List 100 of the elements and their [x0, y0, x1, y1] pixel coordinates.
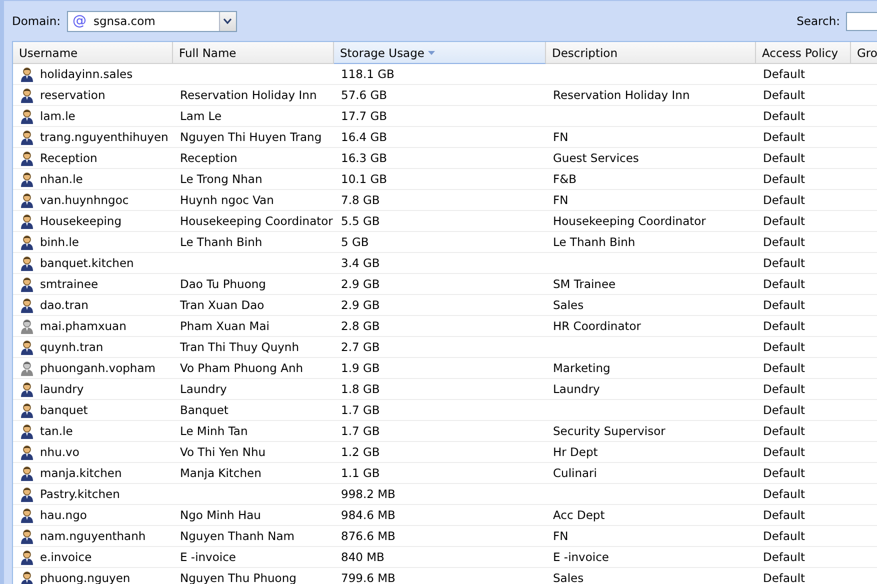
full-name-cell: Banquet	[180, 403, 228, 417]
user-icon	[20, 150, 34, 166]
policy-cell: Default	[763, 256, 806, 270]
username-cell: e.invoice	[40, 550, 92, 564]
full-name-cell: Nguyen Thi Huyen Trang	[180, 130, 322, 144]
full-name-cell: Le Minh Tan	[180, 424, 248, 438]
full-name-cell: Laundry	[180, 382, 227, 396]
policy-cell: Default	[763, 382, 806, 396]
policy-cell: Default	[763, 235, 806, 249]
full-name-cell: Manja Kitchen	[180, 466, 262, 480]
username-cell: smtrainee	[40, 277, 98, 291]
description-cell: Sales	[553, 571, 584, 584]
user-icon	[20, 172, 34, 186]
column-header[interactable]: Access Policy	[756, 42, 851, 64]
user-icon	[20, 424, 34, 438]
username-cell: binh.le	[40, 235, 79, 249]
username-cell: nhan.le	[40, 172, 83, 186]
username-cell: Pastry.kitchen	[40, 487, 120, 501]
username-cell: nam.nguyenthanh	[40, 529, 146, 543]
username-cell: dao.tran	[40, 298, 88, 312]
policy-cell: Default	[763, 298, 806, 312]
full-name-cell: Huynh ngoc Van	[180, 193, 274, 207]
policy-cell: Default	[763, 277, 806, 291]
domain-label: Domain:	[12, 14, 60, 28]
user-icon	[20, 550, 34, 564]
username-cell: laundry	[40, 382, 84, 396]
policy-cell: Default	[763, 109, 806, 123]
storage-cell: 1.7 GB	[341, 424, 380, 438]
user-icon	[20, 66, 34, 82]
caret-icon	[223, 18, 232, 24]
username-cell: tan.le	[40, 424, 73, 438]
full-name-cell: Housekeeping Coordinator	[180, 214, 333, 228]
search-field[interactable]	[846, 12, 877, 30]
domain-combobox[interactable]: @ sgnsa.com	[66, 10, 236, 32]
username-cell: hau.ngo	[40, 508, 87, 522]
policy-cell: Default	[763, 172, 806, 186]
user-icon	[20, 508, 34, 522]
storage-cell: 1.9 GB	[341, 361, 380, 375]
description-cell: Le Thanh Binh	[553, 235, 636, 249]
policy-cell: Default	[763, 130, 806, 144]
storage-cell: 2.8 GB	[341, 319, 380, 333]
full-name-cell: Reservation Holiday Inn	[180, 88, 317, 102]
description-cell: Housekeeping Coordinator	[553, 214, 706, 228]
username-cell: banquet	[40, 403, 88, 417]
policy-cell: Default	[763, 466, 806, 480]
description-cell: FN	[553, 130, 568, 144]
column-header[interactable]: Username	[13, 42, 173, 64]
full-name-cell: Reception	[180, 151, 238, 165]
username-cell: reservation	[40, 88, 106, 102]
description-cell: F&B	[553, 172, 576, 186]
policy-cell: Default	[763, 361, 806, 375]
policy-cell: Default	[763, 571, 806, 584]
user-icon	[20, 88, 34, 102]
username-cell: Housekeeping	[40, 214, 122, 228]
user-icon	[20, 298, 34, 312]
column-header[interactable]: Description	[546, 42, 756, 64]
policy-cell: Default	[763, 424, 806, 438]
username-cell: nhu.vo	[40, 445, 80, 459]
sort-caret-icon	[428, 50, 436, 54]
storage-cell: 840 MB	[341, 550, 384, 564]
policy-cell: Default	[763, 88, 806, 102]
policy-cell: Default	[763, 67, 806, 81]
full-name-cell: Le Thanh Binh	[180, 235, 262, 249]
storage-cell: 998.2 MB	[341, 487, 396, 501]
storage-cell: 799.6 MB	[341, 571, 396, 584]
storage-cell: 7.8 GB	[341, 193, 380, 207]
column-header[interactable]: Full Name	[173, 42, 334, 64]
storage-cell: 5.5 GB	[341, 214, 380, 228]
full-name-cell: E -invoice	[180, 550, 236, 564]
username-cell: manja.kitchen	[40, 466, 122, 480]
policy-cell: Default	[763, 403, 806, 417]
storage-cell: 2.9 GB	[341, 277, 380, 291]
column-header[interactable]: Gro	[851, 42, 877, 64]
username-cell: holidayinn.sales	[40, 67, 133, 81]
description-cell: E -invoice	[553, 550, 609, 564]
description-cell: Sales	[553, 298, 584, 312]
storage-cell: 17.7 GB	[341, 109, 388, 123]
policy-cell: Default	[763, 319, 806, 333]
description-cell: Reservation Holiday Inn	[553, 88, 690, 102]
user-icon	[20, 444, 34, 460]
storage-cell: 1.1 GB	[341, 466, 380, 480]
user-icon	[20, 130, 34, 144]
user-icon	[20, 318, 34, 334]
username-cell: van.huynhngoc	[40, 193, 129, 207]
policy-cell: Default	[763, 214, 806, 228]
username-cell: banquet.kitchen	[40, 256, 134, 270]
username-cell: phuonganh.vopham	[40, 361, 156, 375]
full-name-cell: Vo Pham Phuong Anh	[180, 361, 304, 375]
description-cell: SM Trainee	[553, 277, 616, 291]
description-cell: Laundry	[553, 382, 600, 396]
search-label: Search:	[796, 14, 840, 28]
policy-cell: Default	[763, 340, 806, 354]
storage-cell: 876.6 MB	[341, 529, 396, 543]
description-cell: Culinari	[553, 466, 597, 480]
description-cell: Security Supervisor	[553, 424, 666, 438]
storage-cell: 16.4 GB	[341, 130, 388, 144]
user-icon	[20, 466, 34, 480]
column-header[interactable]: Storage Usage	[334, 42, 546, 64]
full-name-cell: Lam Le	[180, 109, 222, 123]
description-cell: Guest Services	[553, 151, 639, 165]
